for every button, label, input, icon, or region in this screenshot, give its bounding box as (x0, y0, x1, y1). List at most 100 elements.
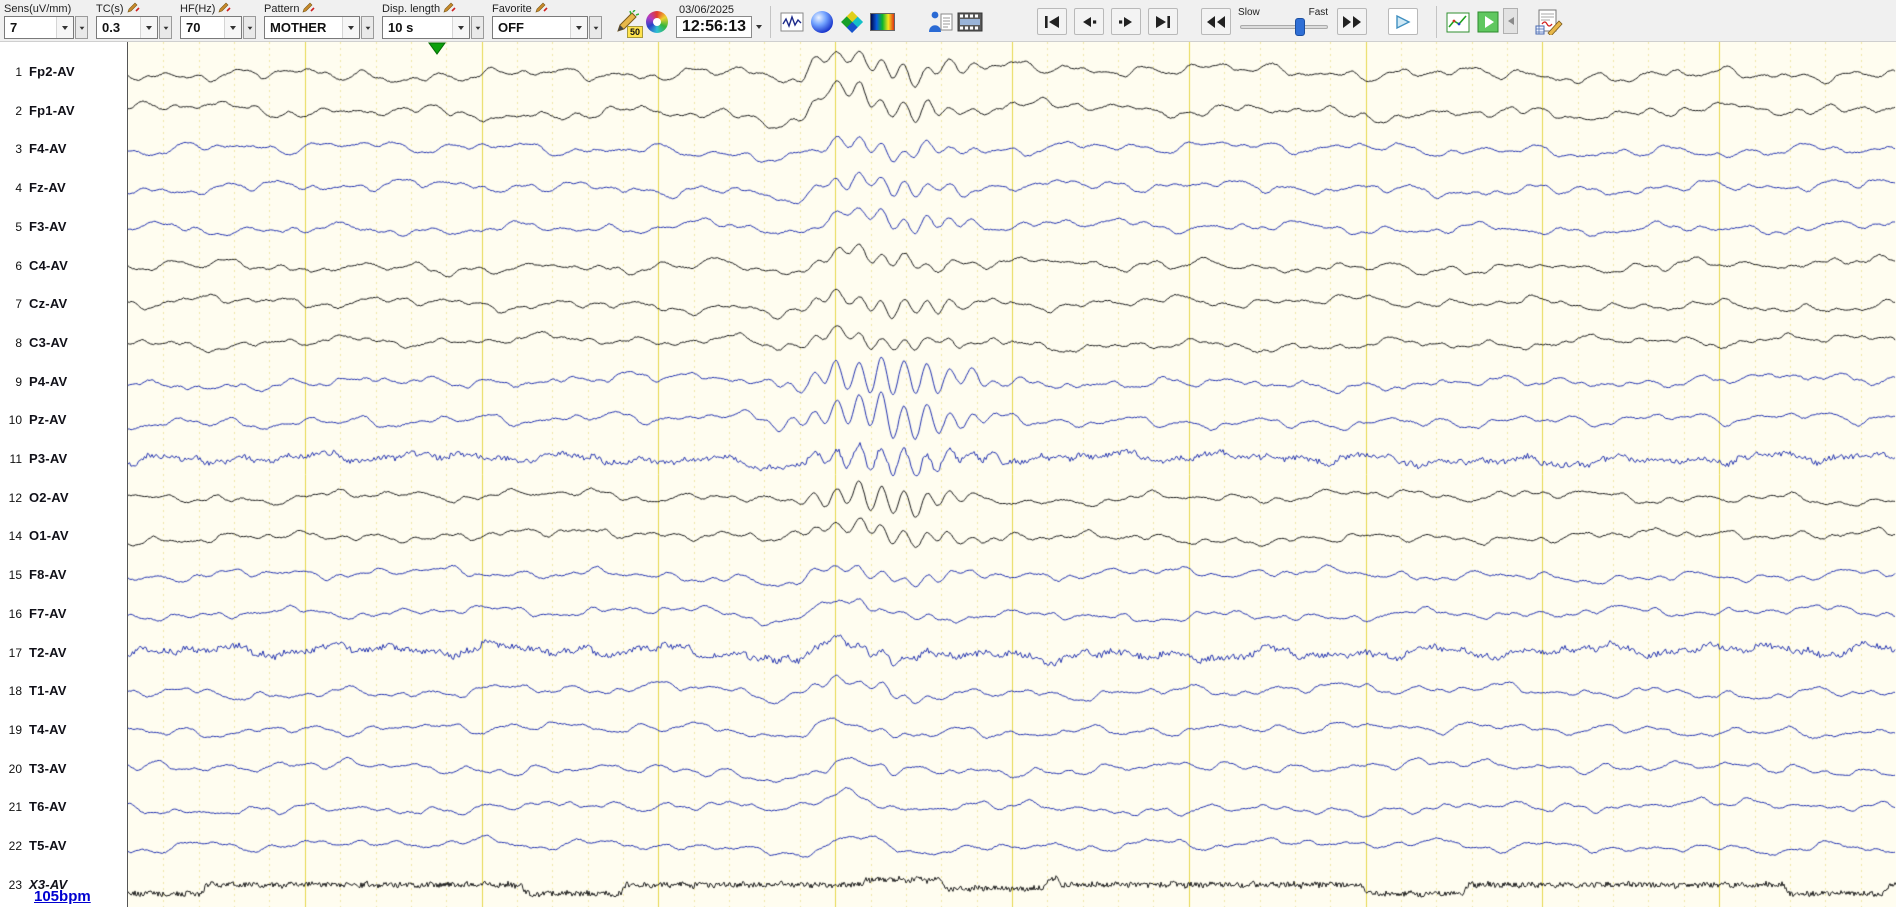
collapse-button[interactable] (1503, 8, 1519, 34)
combo-select[interactable]: MOTHER (264, 16, 360, 39)
slider-track[interactable] (1240, 25, 1329, 29)
eeg-trace-area (127, 42, 1896, 907)
channel-label-column: 105bpm 1 Fp2-AV 2 Fp1-AV 3 F4-AV 4 Fz-AV 5 F3-AV 6… (0, 42, 127, 907)
channel-label-row[interactable]: 7 Cz-AV (0, 296, 127, 311)
trend-chart-button[interactable] (1443, 7, 1473, 37)
channel-label-row[interactable]: 14 O1-AV (0, 528, 127, 543)
channel-label-row[interactable]: 21 T6-AV (0, 799, 127, 814)
channel-label-row[interactable]: 19 T4-AV (0, 722, 127, 737)
channel-label-row[interactable]: 9 P4-AV (0, 373, 127, 388)
channel-name: P4-AV (29, 373, 68, 389)
channel-label-row[interactable]: 17 T2-AV (0, 644, 127, 659)
channel-label-row[interactable]: 6 C4-AV (0, 257, 127, 272)
channel-name: Cz-AV (29, 295, 68, 311)
channel-label-row[interactable]: 20 T3-AV (0, 760, 127, 775)
channel-number: 11 (9, 451, 22, 466)
combo-select[interactable]: OFF (492, 16, 588, 39)
waveform-edit-button[interactable] (777, 7, 807, 37)
topography-button[interactable] (837, 7, 867, 37)
fast-forward-icon (1343, 15, 1362, 28)
channel-number: 19 (8, 722, 22, 737)
report-edit-button[interactable] (1534, 7, 1564, 37)
combo-select[interactable]: 70 (180, 16, 242, 39)
step-forward-button[interactable] (1111, 8, 1142, 35)
auto-play-button[interactable] (1473, 7, 1503, 37)
combo-value: 7 (10, 20, 18, 35)
channel-number: 5 (15, 219, 22, 234)
channel-label-row[interactable]: 18 T1-AV (0, 683, 127, 698)
combo-dropdown-icon[interactable] (224, 17, 241, 38)
fast-forward-button[interactable] (1337, 8, 1368, 35)
toolbar: Sens(uV/mm) 7 TC(s) 0.3 HF(Hz) 70 Pattern MOTHE… (0, 0, 1896, 42)
playback-controls: Slow Fast (1037, 1, 1419, 37)
combo-aux-button[interactable] (589, 16, 602, 39)
combo-value: OFF (498, 20, 524, 35)
channel-name: T6-AV (29, 799, 67, 815)
rewind-button[interactable] (1201, 8, 1232, 35)
channel-number: 12 (8, 490, 22, 505)
channel-number: 18 (8, 683, 22, 698)
combo-select[interactable]: 7 (4, 16, 74, 39)
combo-select[interactable]: 0.3 (96, 16, 158, 39)
combo-aux-button[interactable] (75, 16, 88, 39)
combo-dropdown-icon[interactable] (140, 17, 157, 38)
channel-label-row[interactable]: 23 X3-AV (0, 876, 127, 891)
combo-dropdown-icon[interactable] (56, 17, 73, 38)
patient-report-button[interactable] (925, 7, 955, 37)
video-button[interactable] (955, 7, 985, 37)
channel-name: O2-AV (29, 489, 69, 505)
annotation-pencil-button[interactable]: 50 (612, 7, 643, 38)
spectrogram-button[interactable] (867, 7, 897, 37)
slider-handle[interactable] (1295, 18, 1306, 36)
play-button[interactable] (1388, 8, 1419, 35)
channel-label-row[interactable]: 11 P3-AV (0, 451, 127, 466)
channel-label-row[interactable]: 15 F8-AV (0, 567, 127, 582)
channel-label-row[interactable]: 1 Fp2-AV (0, 64, 127, 79)
channel-label-row[interactable]: 22 T5-AV (0, 838, 127, 853)
channel-label-row[interactable]: 3 F4-AV (0, 141, 127, 156)
channel-number: 7 (15, 296, 22, 311)
separator (770, 6, 772, 38)
channel-label-row[interactable]: 12 O2-AV (0, 489, 127, 504)
combo-label-text: Pattern (264, 2, 300, 15)
combo-aux-button[interactable] (159, 16, 172, 39)
channel-label-row[interactable]: 2 Fp1-AV (0, 102, 127, 117)
channel-number: 15 (8, 567, 22, 582)
combo-aux-button[interactable] (361, 16, 374, 39)
combo-select[interactable]: 10 s (382, 16, 470, 39)
step-back-button[interactable] (1074, 8, 1105, 35)
channel-name: T3-AV (29, 760, 67, 776)
combo-dropdown-icon[interactable] (342, 17, 359, 38)
skip-to-end-button[interactable] (1148, 8, 1179, 35)
event-marker-triangle[interactable] (428, 42, 447, 55)
play-icon (1396, 14, 1411, 29)
edit-pencil-icon (218, 2, 232, 12)
combo-dropdown-icon[interactable] (452, 17, 469, 38)
skip-to-start-button[interactable] (1037, 8, 1068, 35)
channel-name: F8-AV (29, 566, 67, 582)
speed-slider[interactable]: Slow Fast (1238, 7, 1330, 37)
eeg-canvas[interactable] (128, 42, 1896, 907)
channel-label-row[interactable]: 10 Pz-AV (0, 412, 127, 427)
channel-label-row[interactable]: 4 Fz-AV (0, 180, 127, 195)
montage-wheel-button[interactable] (642, 7, 672, 37)
pencil-badge: 50 (626, 26, 643, 38)
brain-sphere-icon (811, 11, 834, 33)
channel-label-row[interactable]: 16 F7-AV (0, 606, 127, 621)
channel-name: F4-AV (29, 141, 67, 157)
channel-number: 8 (15, 335, 22, 350)
combo-aux-button[interactable] (471, 16, 484, 39)
channel-name: P3-AV (29, 450, 68, 466)
combo-dropdown-icon[interactable] (570, 17, 587, 38)
channel-label-row[interactable]: 8 C3-AV (0, 335, 127, 350)
combo-label: Disp. length (382, 1, 484, 16)
skip-end-icon (1156, 15, 1171, 28)
collapse-arrow-icon (1507, 17, 1514, 25)
combo-aux-button[interactable] (243, 16, 256, 39)
brain-map-button[interactable] (807, 7, 837, 37)
spectrogram-icon (869, 13, 895, 31)
slow-label: Slow (1238, 7, 1260, 18)
datetime-dropdown-icon[interactable] (756, 25, 763, 32)
channel-label-row[interactable]: 5 F3-AV (0, 219, 127, 234)
channel-name: F3-AV (29, 218, 67, 234)
